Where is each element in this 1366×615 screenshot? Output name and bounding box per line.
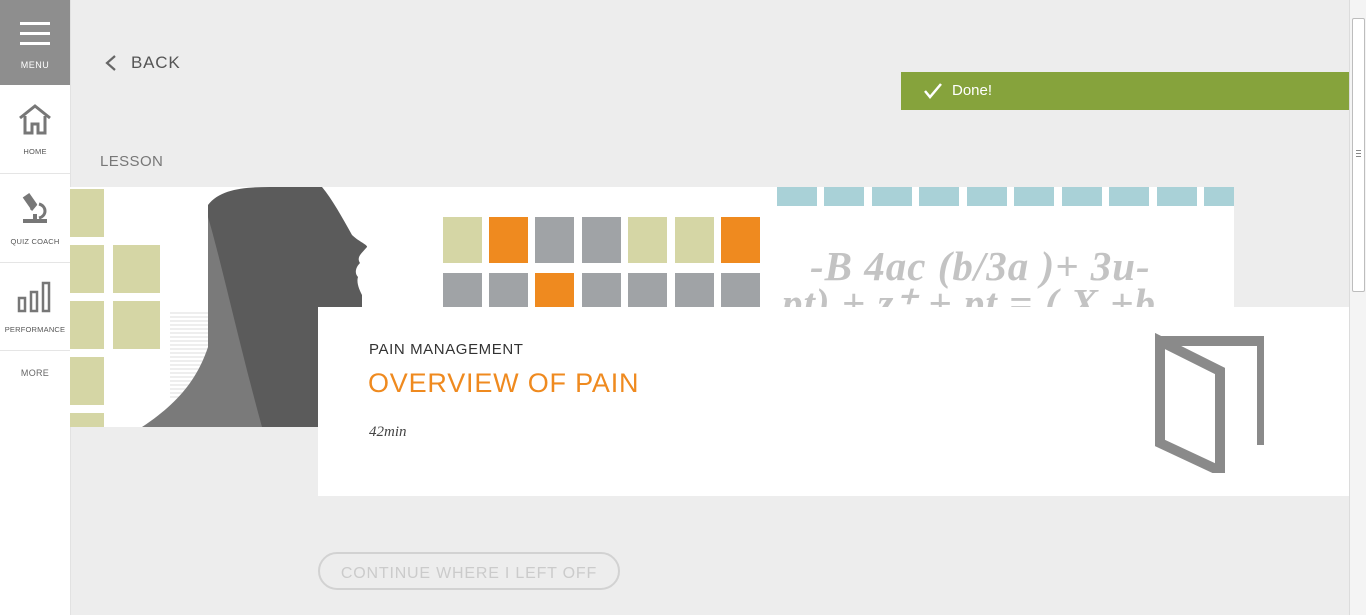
lesson-duration: 42min [369,424,407,440]
sidebar-item-home[interactable]: HOME [0,85,70,174]
lesson-card[interactable]: PAIN MANAGEMENT OVERVIEW OF PAIN 42min [318,307,1349,496]
home-icon [19,104,51,135]
sidebar-item-label: QUIZ COACH [10,237,60,246]
chevron-left-icon [105,55,116,71]
continue-button[interactable]: CONTINUE WHERE I LEFT OFF [318,552,620,590]
course-name: PAIN MANAGEMENT [369,341,524,358]
done-status-banner: Done! [901,72,1349,110]
menu-button[interactable]: MENU [0,0,70,85]
done-label: Done! [952,82,993,99]
microscope-icon [22,192,47,223]
book-icon [1155,333,1264,473]
checkmark-icon [924,83,942,99]
grip-icon [1356,150,1361,159]
hamburger-icon [20,22,50,52]
sidebar-item-more[interactable]: MORE [0,368,70,378]
scrollbar-thumb[interactable] [1352,18,1365,292]
back-label: BACK [131,53,181,72]
section-label: LESSON [100,153,164,170]
sidebar: MENU HOME QUIZ COACH PERFORMANCE MORE [0,0,71,615]
bar-chart-icon [17,281,51,313]
sidebar-item-label: HOME [23,147,47,156]
sidebar-item-performance[interactable]: PERFORMANCE [0,262,70,351]
sidebar-item-label: PERFORMANCE [4,325,66,334]
menu-label: MENU [20,60,50,70]
lesson-title: OVERVIEW OF PAIN [368,368,640,398]
sidebar-item-quiz-coach[interactable]: QUIZ COACH [0,174,70,263]
scrollbar[interactable] [1349,0,1366,615]
